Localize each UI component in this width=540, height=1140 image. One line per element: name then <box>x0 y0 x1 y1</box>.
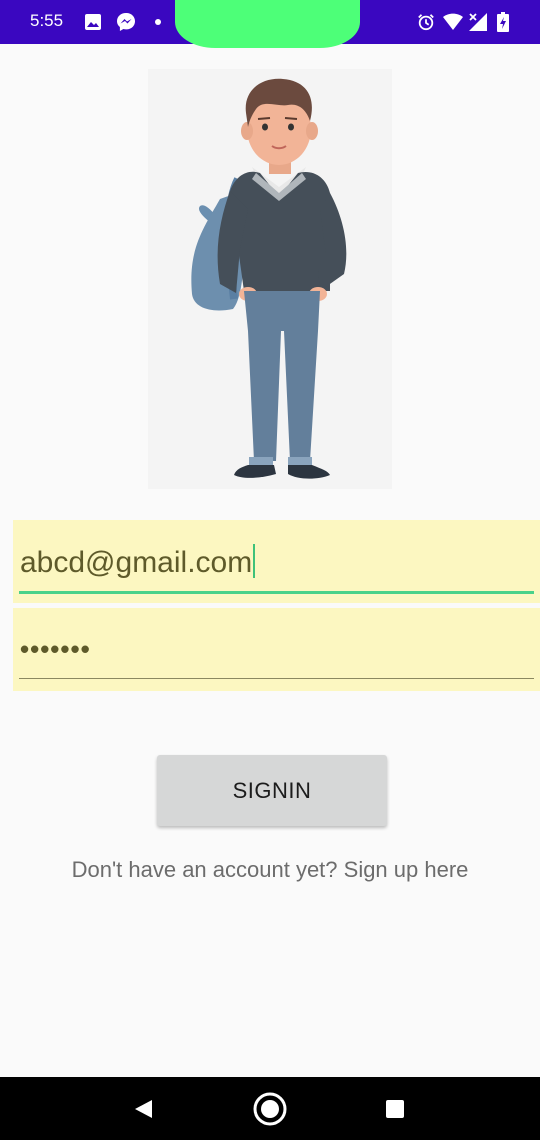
alarm-icon <box>418 14 434 31</box>
home-button[interactable] <box>250 1089 290 1129</box>
recents-icon <box>386 1100 404 1118</box>
gallery-icon <box>85 14 101 30</box>
profile-illustration <box>148 69 392 489</box>
wifi-icon <box>443 13 463 30</box>
email-input-value[interactable]: abcd@gmail.com <box>20 544 256 580</box>
navigation-bar <box>0 1077 540 1140</box>
boy-with-backpack-illustration <box>191 78 347 479</box>
signin-button[interactable]: SIGNIN <box>157 755 387 826</box>
back-button[interactable] <box>123 1089 163 1129</box>
signup-link[interactable]: Don't have an account yet? Sign up here <box>0 857 540 883</box>
signal-icon <box>469 13 487 31</box>
status-bar: 5:55 <box>0 0 540 48</box>
text-cursor <box>253 544 256 578</box>
password-input-value[interactable]: ••••••• <box>20 634 91 665</box>
dot-icon <box>155 19 161 25</box>
status-time: 5:55 <box>30 11 64 30</box>
back-icon <box>135 1100 152 1118</box>
password-field-underline <box>19 678 534 679</box>
camera-notch <box>175 0 360 48</box>
home-icon <box>253 1092 287 1126</box>
recents-button[interactable] <box>375 1089 415 1129</box>
email-field-underline <box>19 591 534 594</box>
email-field[interactable]: abcd@gmail.com <box>13 520 540 603</box>
battery-icon <box>497 12 509 32</box>
messenger-icon <box>117 13 135 31</box>
password-field[interactable]: ••••••• <box>13 608 540 691</box>
